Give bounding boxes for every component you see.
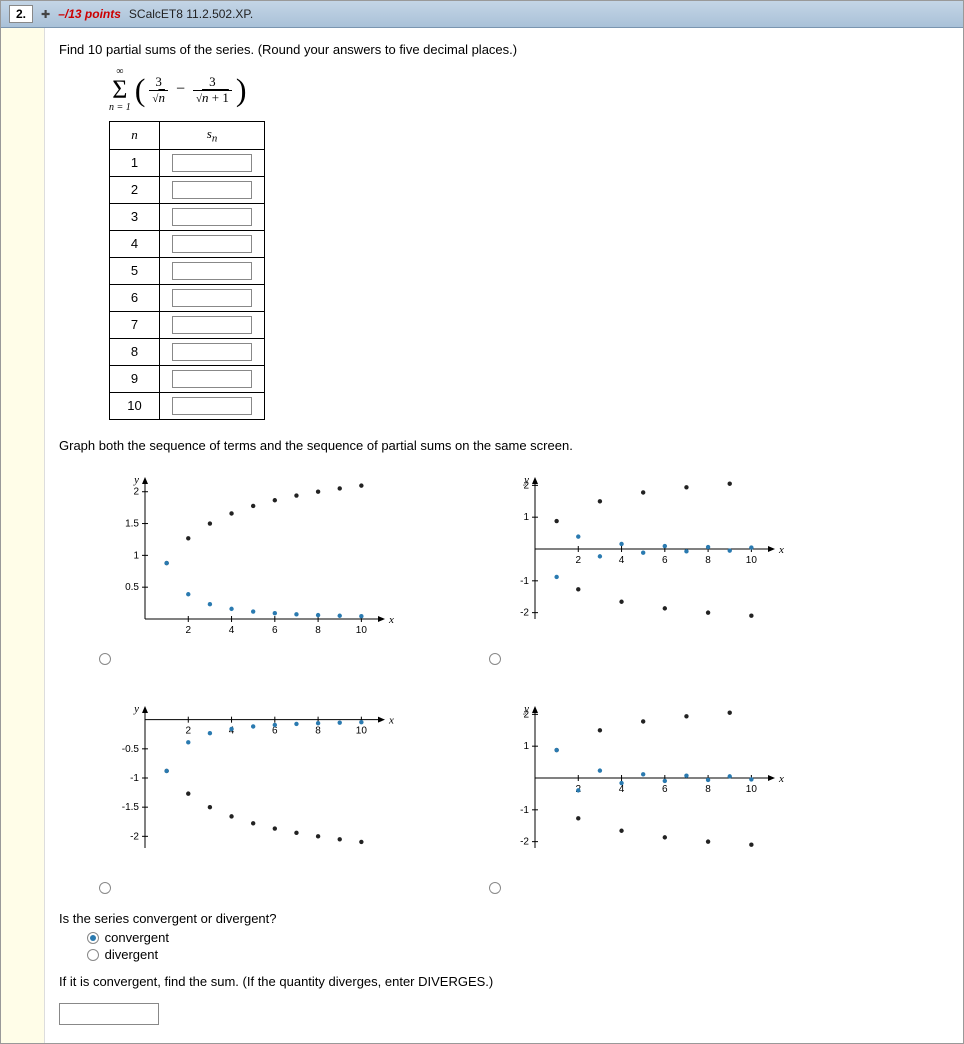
graph-option-3[interactable]: yx246810-2-1.5-1-0.5 (99, 690, 449, 895)
svg-text:8: 8 (315, 625, 321, 636)
graph-option-4[interactable]: yx246810-2-112 (489, 690, 839, 895)
graph-3-svg: yx246810-2-1.5-1-0.5 (99, 690, 399, 880)
reference-label: SCalcET8 11.2.502.XP. (129, 7, 253, 21)
col-n-header: n (110, 122, 160, 150)
svg-text:8: 8 (315, 725, 321, 736)
svg-text:-1: -1 (520, 804, 529, 815)
svg-text:10: 10 (356, 725, 368, 736)
sn-input-5[interactable] (172, 262, 252, 280)
svg-text:y: y (133, 703, 139, 715)
svg-text:4: 4 (619, 555, 625, 566)
svg-text:2: 2 (133, 486, 139, 497)
svg-text:6: 6 (272, 625, 278, 636)
question-container: 2. ✚ –/13 points SCalcET8 11.2.502.XP. F… (0, 0, 964, 1044)
svg-text:6: 6 (662, 555, 668, 566)
svg-text:4: 4 (229, 625, 235, 636)
svg-text:x: x (778, 773, 784, 785)
table-row-n: 1 (110, 149, 160, 176)
svg-text:2: 2 (185, 625, 191, 636)
graph-options: yx2468100.511.52 yx246810-2-112 yx246810… (99, 461, 839, 895)
radio-graph-3[interactable] (99, 882, 111, 894)
graph-option-1[interactable]: y x 2 4 6 8 10 0.5 1 1.5 2 (99, 461, 449, 666)
graph-1-svg: y x 2 4 6 8 10 0.5 1 1.5 2 (99, 461, 399, 651)
svg-text:6: 6 (272, 725, 278, 736)
sn-input-4[interactable] (172, 235, 252, 253)
graph-2-svg: yx246810-2-112 (489, 461, 789, 651)
svg-text:1: 1 (133, 550, 139, 561)
svg-text:-1: -1 (130, 773, 139, 784)
sum-input[interactable] (59, 1003, 159, 1025)
svg-text:2: 2 (185, 725, 191, 736)
table-row-n: 9 (110, 365, 160, 392)
sn-input-8[interactable] (172, 343, 252, 361)
radio-graph-1[interactable] (99, 653, 111, 665)
svg-text:-2: -2 (520, 836, 529, 847)
svg-text:x: x (778, 544, 784, 556)
graph-option-2[interactable]: yx246810-2-112 (489, 461, 839, 666)
sum-prompt: If it is convergent, find the sum. (If t… (59, 974, 949, 989)
table-row-n: 7 (110, 311, 160, 338)
svg-text:8: 8 (705, 555, 711, 566)
left-gutter (1, 28, 45, 1043)
svg-text:8: 8 (705, 784, 711, 795)
graph-4-svg: yx246810-2-112 (489, 690, 789, 880)
svg-text:10: 10 (746, 555, 758, 566)
expand-icon[interactable]: ✚ (41, 8, 50, 21)
svg-text:y: y (133, 474, 139, 486)
svg-text:1: 1 (523, 512, 529, 523)
question-body: Find 10 partial sums of the series. (Rou… (45, 28, 963, 1043)
svg-text:4: 4 (619, 784, 625, 795)
svg-text:2: 2 (523, 709, 529, 720)
svg-text:1.5: 1.5 (125, 518, 139, 529)
table-row-n: 2 (110, 176, 160, 203)
svg-text:x: x (388, 714, 394, 726)
svg-text:0.5: 0.5 (125, 582, 139, 593)
table-row-n: 6 (110, 284, 160, 311)
sn-input-9[interactable] (172, 370, 252, 388)
svg-text:10: 10 (746, 784, 758, 795)
series-formula: ∞ Σ n = 1 ( 3√n − 3√n + 1 ) (109, 67, 949, 113)
svg-text:2: 2 (523, 480, 529, 491)
svg-text:-0.5: -0.5 (122, 743, 140, 754)
sn-input-6[interactable] (172, 289, 252, 307)
sn-input-2[interactable] (172, 181, 252, 199)
sn-input-3[interactable] (172, 208, 252, 226)
choice-divergent: divergent (105, 947, 158, 962)
svg-text:-1.5: -1.5 (122, 802, 140, 813)
svg-text:1: 1 (523, 741, 529, 752)
svg-text:-2: -2 (520, 607, 529, 618)
table-row-n: 4 (110, 230, 160, 257)
radio-graph-4[interactable] (489, 882, 501, 894)
question-number: 2. (9, 5, 33, 23)
svg-text:2: 2 (575, 555, 581, 566)
svg-text:6: 6 (662, 784, 668, 795)
convergence-choices: convergent divergent (87, 930, 949, 962)
table-row-n: 8 (110, 338, 160, 365)
question-header: 2. ✚ –/13 points SCalcET8 11.2.502.XP. (1, 1, 963, 28)
choice-convergent: convergent (105, 930, 169, 945)
svg-text:x: x (388, 614, 394, 626)
radio-graph-2[interactable] (489, 653, 501, 665)
table-row-n: 10 (110, 392, 160, 419)
sn-input-10[interactable] (172, 397, 252, 415)
points-label: –/13 points (58, 7, 121, 21)
table-row-n: 3 (110, 203, 160, 230)
graph-prompt: Graph both the sequence of terms and the… (59, 438, 949, 453)
radio-convergent[interactable] (87, 932, 99, 944)
svg-text:-1: -1 (520, 575, 529, 586)
main-prompt: Find 10 partial sums of the series. (Rou… (59, 42, 949, 57)
svg-text:-2: -2 (130, 831, 139, 842)
svg-text:10: 10 (356, 625, 368, 636)
col-sn-header: sn (160, 122, 265, 150)
convergence-prompt: Is the series convergent or divergent? (59, 911, 949, 926)
sn-input-1[interactable] (172, 154, 252, 172)
sn-input-7[interactable] (172, 316, 252, 334)
radio-divergent[interactable] (87, 949, 99, 961)
partial-sums-table: n sn 12345678910 (109, 121, 265, 420)
table-row-n: 5 (110, 257, 160, 284)
